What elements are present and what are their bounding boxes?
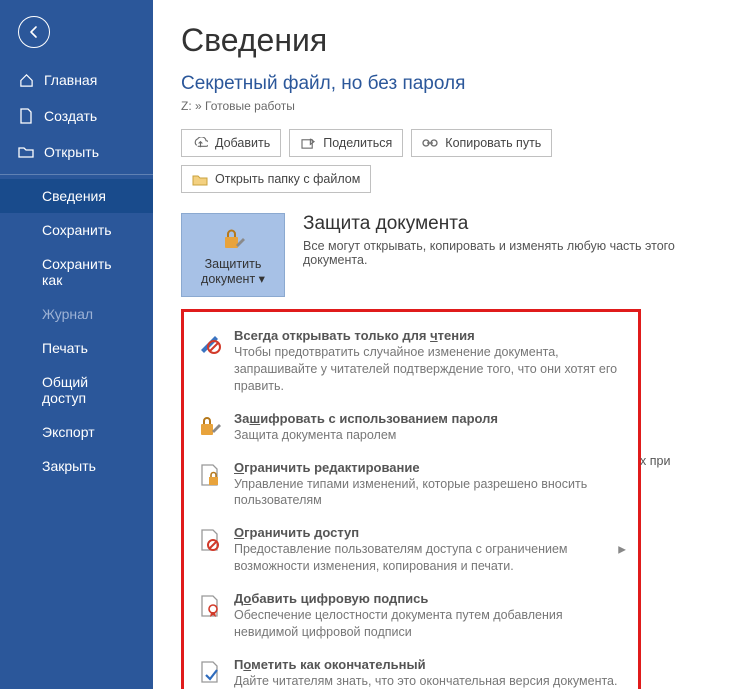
button-label-line1: Защитить	[201, 257, 265, 271]
copy-path-button[interactable]: Копировать путь	[411, 129, 552, 157]
sidebar-item-label: Открыть	[44, 144, 99, 160]
lock-key-icon	[219, 225, 247, 253]
button-label: Добавить	[215, 136, 270, 150]
sidebar-item-save[interactable]: Сохранить	[0, 213, 153, 247]
menu-item-title: Ограничить редактирование	[234, 460, 626, 475]
menu-item-restrict-editing[interactable]: Ограничить редактирование Управление тип…	[190, 452, 632, 518]
sidebar-item-close[interactable]: Закрыть	[0, 449, 153, 483]
sidebar-item-label: Главная	[44, 72, 97, 88]
menu-item-title: Пометить как окончательный	[234, 657, 617, 672]
sidebar-item-open[interactable]: Открыть	[0, 134, 153, 170]
sidebar-item-label: Закрыть	[42, 458, 96, 474]
menu-item-desc: Защита документа паролем	[234, 427, 498, 444]
lock-key-icon	[196, 411, 224, 444]
open-folder-button[interactable]: Открыть папку с файлом	[181, 165, 371, 193]
sidebar-item-label: Сохранить	[42, 222, 112, 238]
chevron-right-icon: ▶	[618, 545, 626, 556]
menu-item-digital-signature[interactable]: Добавить цифровую подпись Обеспечение це…	[190, 583, 632, 649]
menu-item-desc: Чтобы предотвратить случайное изменение …	[234, 344, 626, 395]
sidebar-item-share[interactable]: Общий доступ	[0, 365, 153, 415]
doc-ribbon-icon	[196, 591, 224, 641]
menu-item-title: Ограничить доступ	[234, 525, 626, 540]
menu-item-desc: Дайте читателям знать, что это окончател…	[234, 673, 617, 689]
sidebar-item-label: Журнал	[42, 306, 93, 322]
arrow-left-icon	[26, 24, 42, 40]
sidebar-item-label: Сведения	[42, 188, 106, 204]
share-icon	[300, 135, 316, 151]
breadcrumb: Z: » Готовые работы	[181, 99, 731, 113]
sidebar-item-label: Создать	[44, 108, 97, 124]
menu-item-encrypt[interactable]: Зашифровать с использованием пароля Защи…	[190, 403, 632, 452]
upload-icon	[192, 135, 208, 151]
truncated-background-text: х при	[640, 454, 670, 468]
sidebar-item-label: Сохранить как	[42, 256, 135, 288]
doc-lock-icon	[196, 460, 224, 510]
backstage-sidebar: Главная Создать Открыть Сведения Сохрани…	[0, 0, 153, 689]
info-toolbar: Добавить Поделиться Копировать путь Откр…	[181, 129, 731, 193]
upload-button[interactable]: Добавить	[181, 129, 281, 157]
protect-heading: Защита документа	[303, 213, 731, 235]
menu-item-desc: Предоставление пользователям доступа с о…	[234, 541, 626, 575]
menu-item-desc: Управление типами изменений, которые раз…	[234, 476, 626, 510]
menu-item-desc: Обеспечение целостности документа путем …	[234, 607, 626, 641]
sidebar-item-label: Экспорт	[42, 424, 95, 440]
sidebar-item-history: Журнал	[0, 297, 153, 331]
menu-item-title: Всегда открывать только для чтения	[234, 328, 626, 343]
sidebar-item-export[interactable]: Экспорт	[0, 415, 153, 449]
doc-block-icon	[196, 525, 224, 575]
new-doc-icon	[18, 108, 34, 124]
pencil-block-icon	[196, 328, 224, 395]
document-name: Секретный файл, но без пароля	[181, 73, 731, 95]
protect-dropdown-menu: Всегда открывать только для чтения Чтобы…	[181, 309, 641, 689]
sidebar-item-info[interactable]: Сведения	[0, 179, 153, 213]
folder-icon	[192, 171, 208, 187]
sidebar-item-label: Общий доступ	[42, 374, 135, 406]
menu-item-title: Зашифровать с использованием пароля	[234, 411, 498, 426]
menu-item-readonly[interactable]: Всегда открывать только для чтения Чтобы…	[190, 320, 632, 403]
page-title: Сведения	[181, 22, 731, 59]
menu-item-title: Добавить цифровую подпись	[234, 591, 626, 606]
sidebar-item-save-as[interactable]: Сохранить как	[0, 247, 153, 297]
share-button[interactable]: Поделиться	[289, 129, 403, 157]
sidebar-item-new[interactable]: Создать	[0, 98, 153, 134]
open-folder-icon	[18, 145, 34, 159]
menu-item-mark-final[interactable]: Пометить как окончательный Дайте читател…	[190, 649, 632, 689]
sidebar-item-print[interactable]: Печать	[0, 331, 153, 365]
sidebar-item-label: Печать	[42, 340, 88, 356]
button-label-line2: документ ▾	[201, 271, 265, 286]
main-content: Сведения Секретный файл, но без пароля Z…	[153, 0, 749, 689]
doc-check-icon	[196, 657, 224, 689]
sidebar-separator	[0, 174, 153, 175]
link-icon	[422, 135, 438, 151]
protect-document-button[interactable]: Защитить документ ▾	[181, 213, 285, 297]
sidebar-item-home[interactable]: Главная	[0, 62, 153, 98]
button-label: Копировать путь	[445, 136, 541, 150]
button-label: Открыть папку с файлом	[215, 172, 360, 186]
protect-description: Все могут открывать, копировать и изменя…	[303, 239, 731, 267]
button-label: Поделиться	[323, 136, 392, 150]
back-button[interactable]	[18, 16, 50, 48]
menu-item-restrict-access[interactable]: Ограничить доступ Предоставление пользов…	[190, 517, 632, 583]
protect-section: Защитить документ ▾ Защита документа Все…	[181, 213, 731, 297]
home-icon	[18, 73, 34, 88]
